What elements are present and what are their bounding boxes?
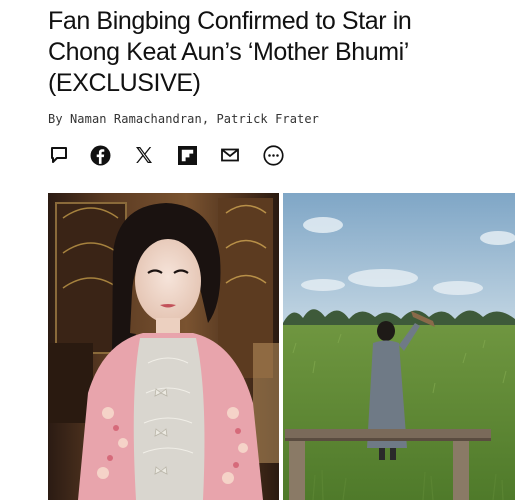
facebook-icon (90, 145, 110, 165)
headline-line-3: (EXCLUSIVE) (48, 69, 201, 97)
article-headline: Fan Bingbing Confirmed to Star in Chong … (48, 6, 498, 99)
flipboard-share-button[interactable] (176, 144, 198, 166)
facebook-share-button[interactable] (89, 144, 111, 166)
headline-line-1: Fan Bingbing Confirmed to Star in (48, 7, 412, 35)
portrait-photo (48, 193, 279, 500)
comment-icon (51, 147, 67, 163)
x-icon (136, 147, 152, 163)
x-share-button[interactable] (133, 144, 155, 166)
field-scene-photo (283, 193, 515, 500)
more-share-button[interactable] (262, 144, 284, 166)
flipboard-icon (177, 145, 197, 165)
article-byline[interactable]: By Naman Ramachandran, Patrick Frater (48, 112, 319, 126)
share-bar (48, 144, 298, 166)
more-icon (262, 144, 284, 166)
email-icon (221, 148, 239, 162)
headline-line-2: Chong Keat Aun’s ‘Mother Bhumi’ (48, 38, 409, 66)
comment-button[interactable] (48, 144, 70, 166)
email-share-button[interactable] (219, 144, 241, 166)
